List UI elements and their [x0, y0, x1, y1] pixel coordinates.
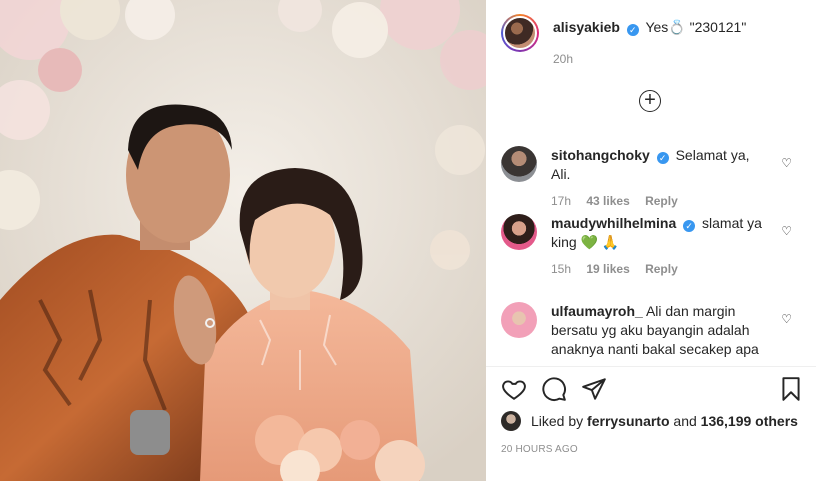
comment-body: sitohangchoky ✓ Selamat ya, Ali. 17h 43 …: [551, 146, 766, 211]
verified-badge-icon: ✓: [656, 152, 669, 164]
likes-summary: Liked by ferrysunarto and 136,199 others: [501, 411, 798, 431]
ring-emoji: 💍: [668, 19, 686, 35]
comment-meta: 15h 19 likes Reply: [551, 260, 766, 279]
couple-photo-illustration: [0, 0, 486, 481]
load-more-comments-icon[interactable]: +: [639, 90, 661, 112]
author-username[interactable]: alisyakieb: [553, 19, 620, 35]
commenter-avatar[interactable]: [501, 302, 537, 338]
likes-count[interactable]: 136,199 others: [701, 413, 798, 429]
bookmark-icon[interactable]: [778, 376, 804, 402]
liked-and-label: and: [673, 413, 697, 429]
comment-item: ulfaumayroh_ Ali dan margin bersatu yg a…: [501, 302, 806, 359]
post-timestamp[interactable]: 20 HOURS AGO: [501, 444, 578, 455]
comment-clip-area: ulfaumayroh_ Ali dan margin bersatu yg a…: [486, 290, 816, 366]
liker-username[interactable]: ferrysunarto: [587, 413, 669, 429]
commenter-username[interactable]: maudywhilhelmina: [551, 215, 676, 231]
heart-icon[interactable]: [501, 376, 527, 402]
reply-button[interactable]: Reply: [645, 262, 678, 276]
post-photo[interactable]: [0, 0, 486, 481]
comment-emoji: 💚 🙏: [580, 234, 620, 250]
author-avatar[interactable]: [501, 14, 539, 52]
comment-item: maudywhilhelmina ✓ slamat ya king 💚 🙏 15…: [501, 214, 806, 279]
verified-badge-icon: ✓: [626, 24, 639, 36]
comment-body: maudywhilhelmina ✓ slamat ya king 💚 🙏 15…: [551, 214, 766, 279]
commenter-username[interactable]: ulfaumayroh_: [551, 303, 643, 319]
comment-time[interactable]: 15h: [551, 262, 571, 276]
post-details-panel: alisyakieb ✓ Yes💍 "230121" 20h + sitohan…: [486, 0, 816, 481]
liker-avatar[interactable]: [501, 411, 521, 431]
commenter-avatar[interactable]: [501, 146, 537, 182]
comment-like-heart-icon[interactable]: ♡: [781, 312, 792, 326]
comment-time[interactable]: 17h: [551, 194, 571, 208]
comment-meta: 17h 43 likes Reply: [551, 192, 766, 211]
comment-likes[interactable]: 19 likes: [586, 262, 629, 276]
post-caption: alisyakieb ✓ Yes💍 "230121": [501, 14, 806, 52]
actions-divider: [486, 366, 816, 367]
post-actions-bar: [501, 376, 804, 404]
commenter-username[interactable]: sitohangchoky: [551, 147, 650, 163]
reply-button[interactable]: Reply: [645, 194, 678, 208]
verified-badge-icon: ✓: [683, 220, 696, 232]
liked-by-label: Liked by: [531, 413, 584, 429]
caption-text: alisyakieb ✓ Yes💍 "230121": [553, 14, 746, 36]
comment-item: sitohangchoky ✓ Selamat ya, Ali. 17h 43 …: [501, 146, 806, 211]
share-icon[interactable]: [581, 376, 607, 402]
caption-body: "230121": [689, 19, 747, 35]
instagram-post: alisyakieb ✓ Yes💍 "230121" 20h + sitohan…: [0, 0, 816, 481]
comment-like-heart-icon[interactable]: ♡: [781, 156, 792, 170]
comment-body: ulfaumayroh_ Ali dan margin bersatu yg a…: [551, 302, 766, 359]
caption-prefix: Yes: [645, 19, 669, 35]
comment-like-heart-icon[interactable]: ♡: [781, 224, 792, 238]
comment-icon[interactable]: [541, 376, 567, 402]
comment-likes[interactable]: 43 likes: [586, 194, 629, 208]
caption-time[interactable]: 20h: [553, 52, 573, 66]
commenter-avatar[interactable]: [501, 214, 537, 250]
